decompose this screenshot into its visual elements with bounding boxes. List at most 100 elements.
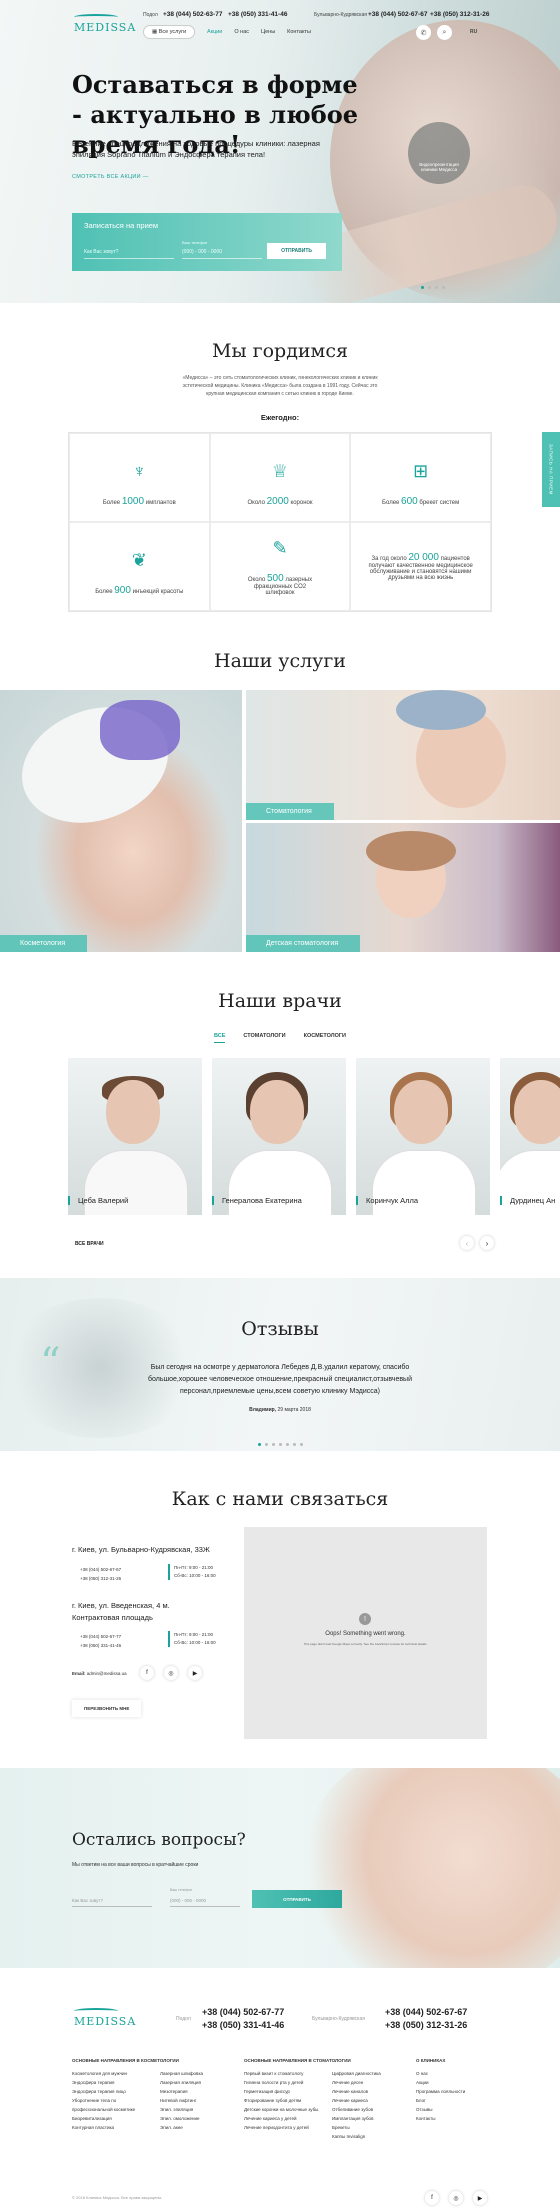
footer-link[interactable]: Программа лояльности [416, 2087, 496, 2096]
footer-link[interactable]: Эпил. омоложение [160, 2114, 240, 2123]
facebook-icon[interactable]: f [140, 1666, 154, 1680]
phone-icon[interactable]: ✆ [416, 25, 431, 40]
slider-dots[interactable] [421, 286, 445, 289]
phone-input[interactable]: (000) - 000 - 0000 [170, 1898, 240, 1907]
service-card-cosmetology[interactable]: Косметология [0, 690, 242, 952]
name-input[interactable]: Как Вас зовут? [84, 249, 174, 259]
footer-link[interactable]: Нитевой лифтинг [160, 2096, 240, 2105]
instagram-icon[interactable]: ◎ [164, 1666, 178, 1680]
footer-link[interactable]: Мезотерапия [160, 2087, 240, 2096]
phone[interactable]: +38 (044) 502-67-67 [368, 11, 427, 18]
footer-link[interactable]: Лазерная шлифовка [160, 2069, 240, 2078]
facebook-icon[interactable]: f [425, 2191, 439, 2205]
stat-patients: За год около 20 000 пациентов получают к… [350, 522, 491, 611]
footer-link[interactable]: Каппы Invisalign [332, 2132, 412, 2141]
clinic-phones[interactable]: +38 (044) 502-67-77 +38 (050) 331-41-46 [80, 1632, 121, 1650]
footer-link[interactable]: Контурная пластика [72, 2123, 152, 2132]
footer-link[interactable]: Лечение десен [332, 2078, 412, 2087]
service-card-dentistry[interactable]: Стоматология [246, 690, 560, 820]
footer-link[interactable]: Цифровая диагностика [332, 2069, 412, 2078]
map[interactable]: ! Oops! Something went wrong. This page … [244, 1527, 487, 1739]
footer-link[interactable]: Эндосфера терапия [72, 2078, 152, 2087]
doctor-card[interactable]: Генералова Екатерина [212, 1058, 346, 1215]
footer-link[interactable]: Лечение периодонтита у детей [244, 2123, 324, 2132]
city-label: Подол [143, 12, 158, 18]
name-input[interactable]: Как Вас зовут? [72, 1898, 152, 1907]
footer-link[interactable]: Биоревитализация [72, 2114, 152, 2123]
social-links: f ◎ ▶ [140, 1666, 202, 1680]
section-title: Наши услуги [214, 650, 346, 672]
all-promotions-link[interactable]: СМОТРЕТЬ ВСЕ АКЦИИ — [72, 174, 149, 180]
city-label: Бульварно-Кудрявская [314, 12, 367, 18]
footer-link[interactable]: Детские коронки на молочные зубы [244, 2105, 324, 2114]
tab-cosmetologists[interactable]: КОСМЕТОЛОГИ [304, 1033, 346, 1043]
video-presentation-button[interactable]: Видеопрезентация клиники Медисса [408, 122, 470, 184]
service-card-kids-dentistry[interactable]: Детская стоматология [246, 823, 560, 952]
phone-label: Ваш телефон [170, 1888, 193, 1892]
appointment-side-tab[interactable]: ЗАПИСЬ НА ПРИЕМ [542, 432, 560, 507]
footer-phones[interactable]: +38 (044) 502-67-67 +38 (050) 312-31-26 [385, 2006, 467, 2032]
footer-link[interactable]: Имплантация зубов [332, 2114, 412, 2123]
footer-logo[interactable]: MEDISSA [74, 2008, 136, 2028]
stats-grid: ♆ Более 1000 имплантов ♕ Около 2000 короно… [68, 432, 492, 612]
footer-link[interactable]: Эпил. акне [160, 2123, 240, 2132]
instagram-icon[interactable]: ◎ [449, 2191, 463, 2205]
doctor-carousel-arrows: ‹ › [460, 1236, 494, 1250]
footer-link[interactable]: О нас [416, 2069, 496, 2078]
doctor-card[interactable]: Дурдинец Ан [500, 1058, 560, 1215]
lips-icon: ❦ [131, 550, 147, 570]
all-doctors-link[interactable]: ВСЕ ВРАЧИ [75, 1241, 104, 1247]
arrow-right-icon[interactable]: › [480, 1236, 494, 1250]
language-select[interactable]: RU [470, 29, 477, 35]
footer-link[interactable]: Лечение каналов [332, 2087, 412, 2096]
tab-dentists[interactable]: СТОМАТОЛОГИ [243, 1033, 285, 1043]
footer-link[interactable]: Отзывы [416, 2105, 496, 2114]
footer-phones[interactable]: +38 (044) 502-67-77 +38 (050) 331-41-46 [202, 2006, 284, 2032]
footer-link[interactable]: Гигиена полости рта у детей [244, 2078, 324, 2087]
email-link[interactable]: admin@medissa.ua [87, 1671, 127, 1676]
footer-link[interactable]: Лазерная эпиляция [160, 2078, 240, 2087]
footer-link[interactable]: Эпил. эпиляция [160, 2105, 240, 2114]
clinic-phones[interactable]: +38 (044) 502-67-67 +38 (050) 312-31-26 [80, 1565, 121, 1583]
footer-link[interactable]: Косметология для мужчин [72, 2069, 152, 2078]
menu-item-about[interactable]: О нас [234, 29, 249, 35]
footer-link[interactable]: Первый визит к стоматологу [244, 2069, 324, 2078]
submit-button[interactable]: ОТПРАВИТЬ [267, 243, 326, 259]
footer-link[interactable]: Лечение кариеса [332, 2096, 412, 2105]
quote-icon: “ [40, 1340, 61, 1386]
questions-subtitle: Мы ответим на все ваши вопросы в кратчай… [72, 1862, 199, 1868]
menu-item-promo[interactable]: Акции [207, 29, 222, 35]
footer-link[interactable]: Лечение кариеса у детей [244, 2114, 324, 2123]
footer-link[interactable]: Фторирование зубов детям [244, 2096, 324, 2105]
youtube-icon[interactable]: ▶ [473, 2191, 487, 2205]
footer-link[interactable]: Отбеливание зубов [332, 2105, 412, 2114]
phone[interactable]: +38 (050) 331-41-46 [228, 11, 287, 18]
footer-link[interactable]: Блог [416, 2096, 496, 2105]
menu-item-contacts[interactable]: Контакты [287, 29, 311, 35]
logo[interactable]: MEDISSA [74, 14, 136, 34]
phone-input[interactable]: (000) - 000 - 0000 [182, 249, 262, 259]
footer-link[interactable]: Уборотнение тела по профессиональной кос… [72, 2096, 152, 2114]
phone[interactable]: +38 (050) 312-31-26 [430, 11, 489, 18]
review-dots[interactable] [258, 1443, 303, 1446]
footer-link[interactable]: Герметизация фиссур [244, 2087, 324, 2096]
footer-link[interactable]: Брекеты [332, 2123, 412, 2132]
footer-link[interactable]: Контакты [416, 2114, 496, 2123]
all-services-button[interactable]: ▦ Все услуги [143, 25, 196, 39]
phone[interactable]: +38 (044) 502-63-77 [163, 11, 222, 18]
tab-all[interactable]: ВСЕ [214, 1033, 226, 1043]
footer-link[interactable]: Эндосфера терапия лицо [72, 2087, 152, 2096]
hero-section: MEDISSA Подол +38 (044) 502-63-77 +38 (0… [0, 0, 560, 303]
service-label: Стоматология [246, 803, 334, 820]
doctor-name: Цеба Валерий [68, 1196, 128, 1205]
review-author: Владимир, [249, 1407, 277, 1413]
arrow-left-icon[interactable]: ‹ [460, 1236, 474, 1250]
search-icon[interactable]: ⌕ [437, 25, 452, 40]
doctor-card[interactable]: Цеба Валерий [68, 1058, 202, 1215]
footer-link[interactable]: Акции [416, 2078, 496, 2087]
youtube-icon[interactable]: ▶ [188, 1666, 202, 1680]
submit-button[interactable]: ОТПРАВИТЬ [252, 1890, 342, 1908]
callback-button[interactable]: ПЕРЕЗВОНИТЬ МНЕ [72, 1700, 142, 1717]
doctor-card[interactable]: Коринчук Алла [356, 1058, 490, 1215]
menu-item-prices[interactable]: Цены [261, 29, 275, 35]
